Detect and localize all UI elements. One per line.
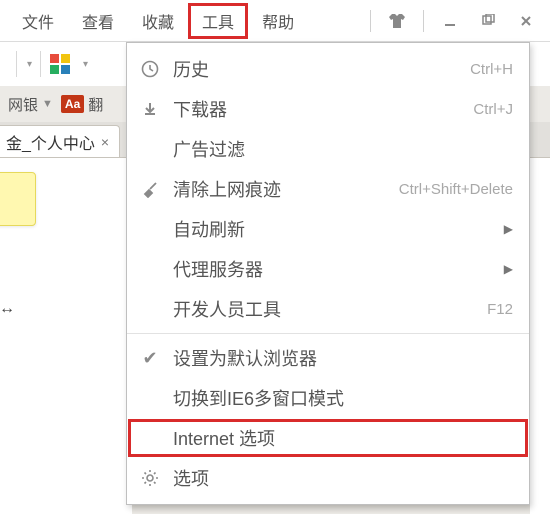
skin-button[interactable] [381, 7, 413, 35]
window-controls [366, 7, 550, 35]
shortcut: F12 [487, 301, 513, 318]
submenu-arrow-icon: ▶ [504, 222, 513, 236]
menu-label: 自动刷新 [173, 216, 245, 242]
download-icon [137, 101, 163, 117]
menu-proxy[interactable]: 代理服务器 ▶ [127, 249, 529, 289]
menu-ie6-mode[interactable]: 切换到IE6多窗口模式 [127, 378, 529, 418]
close-button[interactable] [510, 7, 542, 35]
menu-devtools[interactable]: 开发人员工具 F12 [127, 289, 529, 329]
menu-label: 清除上网痕迹 [173, 176, 281, 202]
menu-separator [127, 333, 529, 334]
toolbar-chevron-icon: ▾ [83, 59, 88, 70]
menu-auto-refresh[interactable]: 自动刷新 ▶ [127, 209, 529, 249]
menu-label: Internet 选项 [173, 425, 275, 451]
shortcut: Ctrl+Shift+Delete [399, 181, 513, 198]
minimize-button[interactable] [434, 7, 466, 35]
menu-favorites[interactable]: 收藏 [128, 3, 188, 39]
menu-adblock[interactable]: 广告过滤 [127, 129, 529, 169]
menu-internet-options[interactable]: Internet 选项 [127, 418, 529, 458]
menu-label: 广告过滤 [173, 136, 245, 162]
menu-default-browser[interactable]: ✔ 设置为默认浏览器 [127, 338, 529, 378]
chevron-down-icon: ▼ [42, 98, 53, 110]
menu-clear-browsing[interactable]: 清除上网痕迹 Ctrl+Shift+Delete [127, 169, 529, 209]
translate-icon[interactable]: Aa [61, 95, 84, 113]
menu-label: 下载器 [173, 96, 227, 122]
bookmark-item-bank[interactable]: 网银 [8, 94, 38, 115]
google-icon[interactable] [49, 53, 71, 75]
menu-label: 选项 [173, 465, 209, 491]
shirt-icon [389, 14, 405, 28]
maximize-icon [481, 14, 495, 28]
submenu-arrow-icon: ▶ [504, 262, 513, 276]
minimize-icon [443, 14, 457, 28]
check-icon: ✔ [137, 348, 163, 369]
tab-close-icon[interactable]: × [101, 134, 109, 150]
menu-label: 历史 [173, 56, 209, 82]
shortcut: Ctrl+J [473, 101, 513, 118]
menu-options[interactable]: 选项 [127, 458, 529, 498]
menu-label: 设置为默认浏览器 [173, 345, 317, 371]
tools-dropdown: 历史 Ctrl+H 下载器 Ctrl+J 广告过滤 清除上网痕迹 Ctrl+Sh… [126, 42, 530, 505]
tab-active[interactable]: 金_个人中心 × [0, 125, 120, 157]
gear-icon [137, 469, 163, 487]
menu-tools[interactable]: 工具 [188, 3, 248, 39]
menu-label: 切换到IE6多窗口模式 [173, 385, 344, 411]
collapse-handle-icon[interactable]: ↔ [0, 298, 22, 320]
tab-title: 金_个人中心 [6, 130, 95, 154]
close-icon [519, 14, 533, 28]
shortcut: Ctrl+H [470, 61, 513, 78]
menu-downloads[interactable]: 下载器 Ctrl+J [127, 89, 529, 129]
clock-icon [137, 60, 163, 78]
menu-view[interactable]: 查看 [68, 3, 128, 39]
menu-file[interactable]: 文件 [8, 3, 68, 39]
menu-history[interactable]: 历史 Ctrl+H [127, 49, 529, 89]
menu-label: 代理服务器 [173, 256, 263, 282]
menu-label: 开发人员工具 [173, 296, 281, 322]
toolbar-chevron-icon: ▾ [27, 59, 32, 70]
menu-help[interactable]: 帮助 [248, 3, 308, 39]
maximize-button[interactable] [472, 7, 504, 35]
menubar: 文件 查看 收藏 工具 帮助 [0, 0, 550, 42]
brush-icon [137, 180, 163, 198]
bookmark-item-translate[interactable]: 翻 [88, 94, 103, 115]
sticky-note[interactable] [0, 172, 36, 226]
